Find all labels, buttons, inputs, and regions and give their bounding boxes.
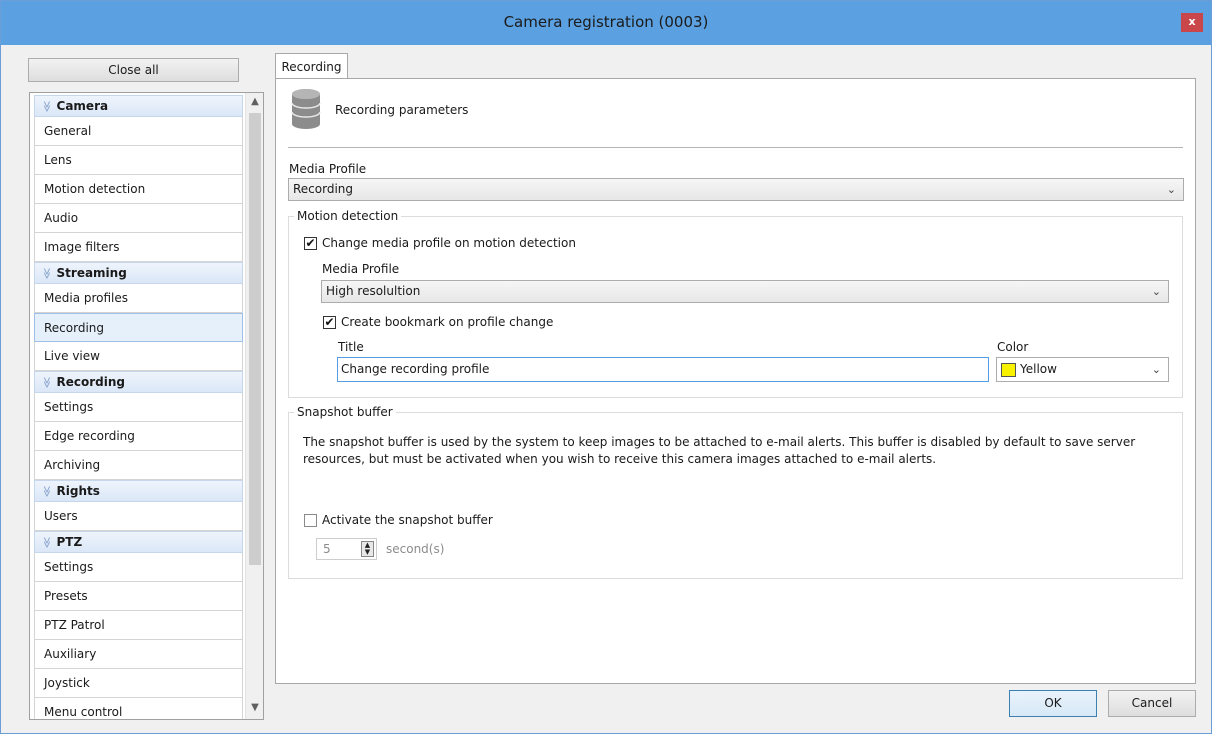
sidebar-item-edge-recording[interactable]: Edge recording bbox=[34, 422, 243, 451]
sidebar-item-lens[interactable]: Lens bbox=[34, 146, 243, 175]
change-profile-checkbox[interactable]: ✔ bbox=[304, 237, 317, 250]
sidebar-item-users[interactable]: Users bbox=[34, 502, 243, 531]
chevron-down-icon: ⌄ bbox=[1166, 183, 1176, 196]
sidebar-scrollbar[interactable]: ▲ ▼ bbox=[245, 93, 263, 719]
media-profile-select[interactable]: Recording ⌄ bbox=[288, 178, 1184, 201]
sidebar-item-media-profiles[interactable]: Media profiles bbox=[34, 284, 243, 313]
media-profile-value: Recording bbox=[293, 182, 354, 196]
title-bar[interactable]: Camera registration (0003) x bbox=[1, 1, 1211, 45]
sidebar-item-audio[interactable]: Audio bbox=[34, 204, 243, 233]
sidebar-group-streaming[interactable]: ≫ Streaming bbox=[34, 262, 243, 284]
chevron-down-icon: ⌄ bbox=[1151, 285, 1161, 298]
activate-snapshot-label: Activate the snapshot buffer bbox=[322, 513, 493, 527]
sidebar-item-image-filters[interactable]: Image filters bbox=[34, 233, 243, 262]
collapse-chevron-icon[interactable]: ≫ bbox=[36, 486, 57, 498]
sidebar-group-camera[interactable]: ≫ Camera bbox=[34, 95, 243, 117]
sidebar-group-label: PTZ bbox=[56, 535, 83, 549]
snapshot-buffer-title: Snapshot buffer bbox=[294, 405, 396, 419]
color-select[interactable]: Yellow ⌄ bbox=[996, 357, 1169, 382]
sidebar-item-auxiliary[interactable]: Auxiliary bbox=[34, 640, 243, 669]
header-divider bbox=[288, 147, 1183, 148]
sidebar-item-recording[interactable]: Recording bbox=[34, 313, 243, 342]
sidebar-group-rights[interactable]: ≫ Rights bbox=[34, 480, 243, 502]
sidebar-item-settings[interactable]: Settings bbox=[34, 553, 243, 582]
collapse-chevron-icon[interactable]: ≫ bbox=[36, 537, 57, 549]
motion-profile-value: High resolultion bbox=[326, 284, 421, 298]
sidebar-list: ≫ Camera General Lens Motion detection Audio I… bbox=[34, 95, 243, 719]
collapse-chevron-icon[interactable]: ≫ bbox=[36, 101, 57, 113]
section-title: Recording parameters bbox=[335, 103, 469, 117]
collapse-chevron-icon[interactable]: ≫ bbox=[36, 377, 57, 389]
motion-profile-label: Media Profile bbox=[322, 262, 400, 276]
bookmark-checkbox[interactable]: ✔ bbox=[323, 316, 336, 329]
database-icon bbox=[291, 89, 321, 129]
color-label: Color bbox=[997, 340, 1029, 354]
media-profile-label: Media Profile bbox=[289, 162, 367, 176]
sidebar-item-settings[interactable]: Settings bbox=[34, 393, 243, 422]
sidebar-group-label: Recording bbox=[56, 375, 126, 389]
collapse-chevron-icon[interactable]: ≫ bbox=[36, 268, 57, 280]
bookmark-label: Create bookmark on profile change bbox=[341, 315, 554, 329]
motion-detection-title: Motion detection bbox=[294, 209, 402, 223]
title-label: Title bbox=[338, 340, 364, 354]
sidebar-item-ptz-patrol[interactable]: PTZ Patrol bbox=[34, 611, 243, 640]
scroll-down-icon[interactable]: ▼ bbox=[246, 699, 263, 717]
color-swatch bbox=[1001, 362, 1016, 377]
seconds-unit-label: second(s) bbox=[386, 542, 445, 556]
title-input[interactable]: Change recording profile bbox=[337, 357, 989, 382]
sidebar-item-motion-detection[interactable]: Motion detection bbox=[34, 175, 243, 204]
motion-profile-select[interactable]: High resolultion ⌄ bbox=[321, 280, 1169, 303]
cancel-button[interactable]: Cancel bbox=[1108, 690, 1196, 717]
ok-button[interactable]: OK bbox=[1009, 690, 1097, 717]
sidebar-item-joystick[interactable]: Joystick bbox=[34, 669, 243, 698]
sidebar-group-ptz[interactable]: ≫ PTZ bbox=[34, 531, 243, 553]
sidebar-item-general[interactable]: General bbox=[34, 117, 243, 146]
window-title: Camera registration (0003) bbox=[503, 13, 709, 31]
sidebar-item-live-view[interactable]: Live view bbox=[34, 342, 243, 371]
change-profile-label: Change media profile on motion detection bbox=[322, 236, 576, 250]
sidebar-item-presets[interactable]: Presets bbox=[34, 582, 243, 611]
close-all-button[interactable]: Close all bbox=[28, 58, 239, 82]
stepper-arrows-icon[interactable]: ▲ ▼ bbox=[361, 541, 374, 557]
tab-recording[interactable]: Recording bbox=[275, 53, 348, 79]
snapshot-description: The snapshot buffer is used by the syste… bbox=[303, 435, 1136, 466]
sidebar-item-menu-control[interactable]: Menu control bbox=[34, 698, 243, 719]
seconds-stepper[interactable]: 5 ▲ ▼ bbox=[316, 538, 377, 560]
sidebar-nav: ≫ Camera General Lens Motion detection Audio I… bbox=[29, 92, 264, 720]
activate-snapshot-checkbox[interactable] bbox=[304, 514, 317, 527]
sidebar-group-label: Camera bbox=[56, 99, 109, 113]
sidebar-group-label: Rights bbox=[56, 484, 100, 498]
chevron-down-icon: ⌄ bbox=[1151, 363, 1161, 376]
scroll-up-icon[interactable]: ▲ bbox=[246, 93, 263, 111]
scroll-thumb[interactable] bbox=[249, 113, 261, 565]
sidebar-group-recording[interactable]: ≫ Recording bbox=[34, 371, 243, 393]
sidebar-item-archiving[interactable]: Archiving bbox=[34, 451, 243, 480]
sidebar-group-label: Streaming bbox=[56, 266, 127, 280]
close-button[interactable]: x bbox=[1181, 13, 1203, 32]
seconds-value: 5 bbox=[323, 542, 331, 556]
color-value: Yellow bbox=[1020, 362, 1057, 376]
